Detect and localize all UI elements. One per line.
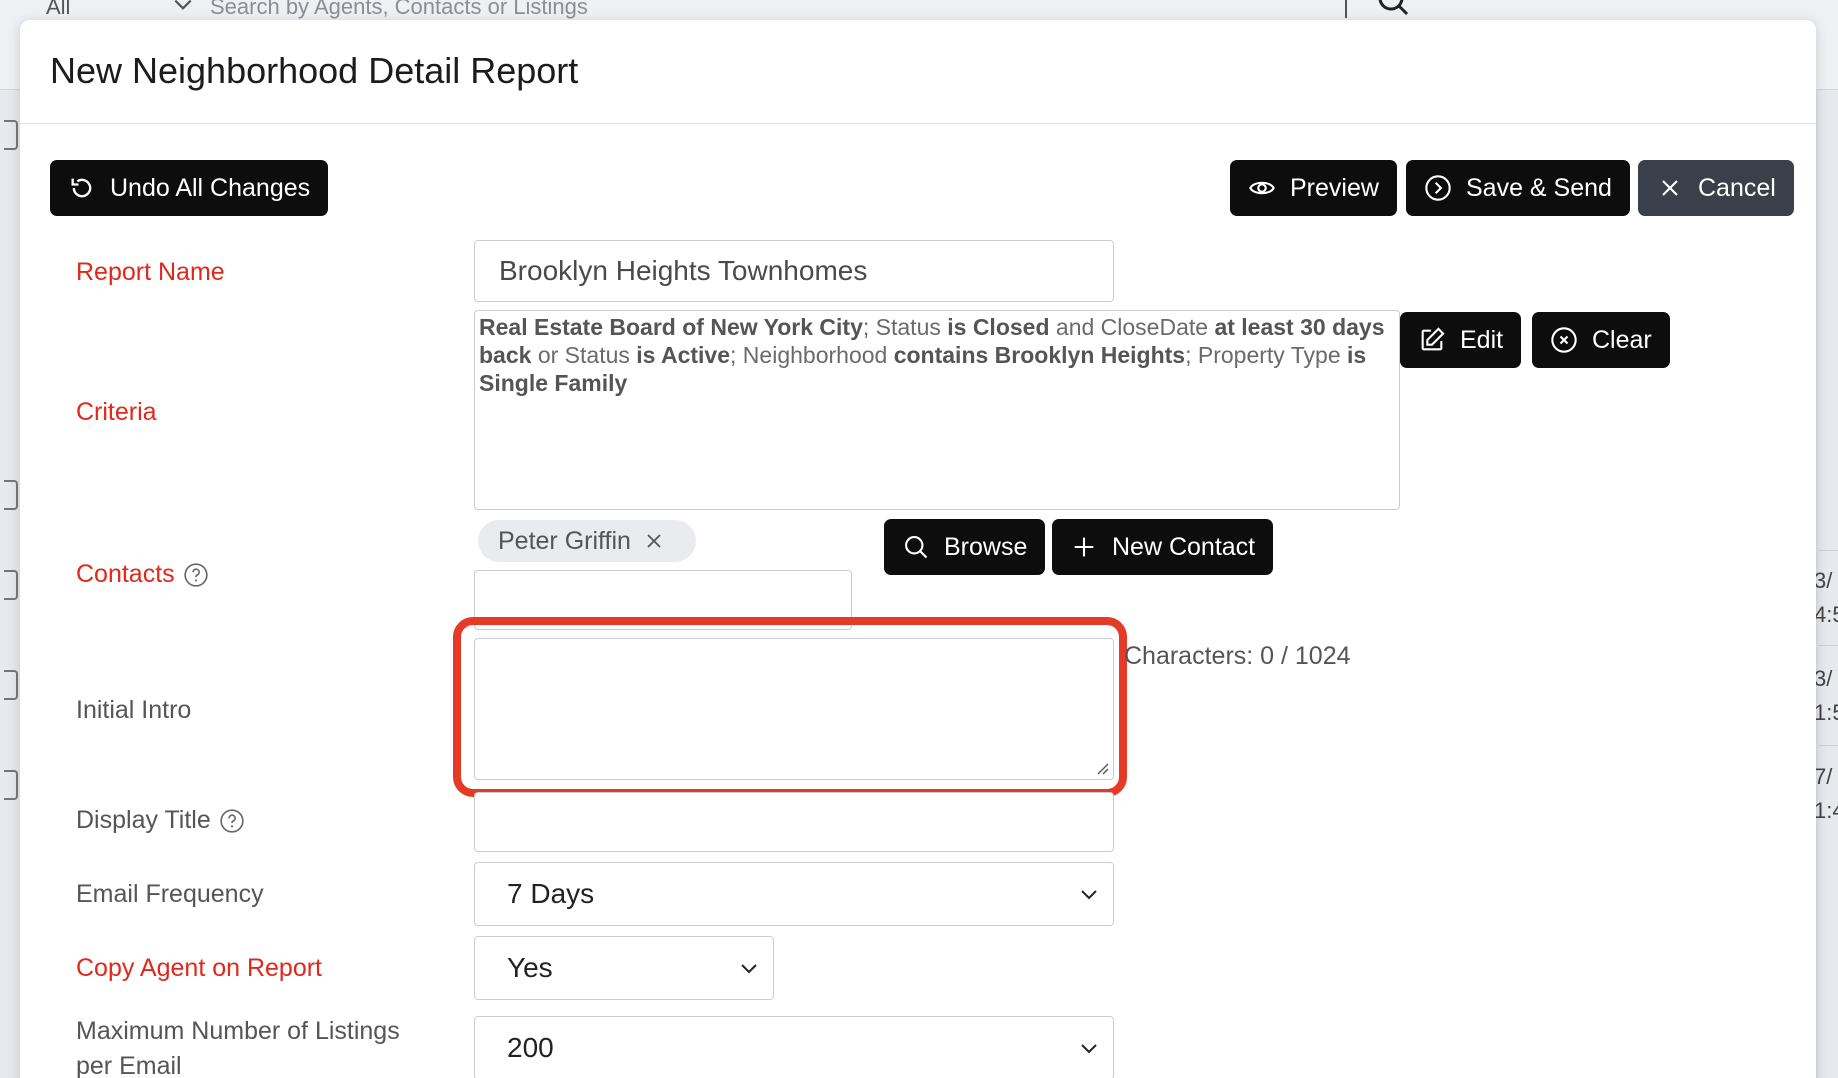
max-listings-label: Maximum Number of Listings per Email xyxy=(76,1014,400,1078)
criteria-segment: ; Status xyxy=(862,314,948,340)
display-title-input[interactable] xyxy=(474,792,1114,852)
background-checkbox xyxy=(4,770,18,800)
copy-agent-label: Copy Agent on Report xyxy=(76,954,322,982)
criteria-segment: ; Property Type xyxy=(1185,342,1348,368)
arrow-circle-right-icon xyxy=(1425,175,1451,201)
edit-criteria-button[interactable]: Edit xyxy=(1400,312,1522,368)
criteria-segment: and CloseDate xyxy=(1049,314,1215,340)
max-listings-label-line2: per Email xyxy=(76,1052,182,1078)
search-icon xyxy=(905,536,928,559)
background-row-divider xyxy=(1818,550,1838,551)
search-divider xyxy=(1345,0,1347,18)
background-sidebar-icon xyxy=(4,120,18,150)
criteria-label: Criteria xyxy=(76,398,157,426)
max-listings-select[interactable]: 200 xyxy=(474,1016,1114,1078)
cancel-button[interactable]: Cancel xyxy=(1638,160,1794,216)
max-listings-value: 200 xyxy=(507,1032,554,1063)
criteria-summary: Real Estate Board of New York City; Stat… xyxy=(474,310,1400,510)
background-cell-text: 4:5 xyxy=(1814,602,1838,627)
chevron-down-icon xyxy=(1081,890,1097,900)
browse-label: Browse xyxy=(944,532,1028,561)
help-icon[interactable] xyxy=(183,562,209,588)
search-icon[interactable] xyxy=(1375,0,1411,20)
contacts-search-input[interactable] xyxy=(474,570,852,630)
contacts-label-text: Contacts xyxy=(76,560,175,588)
contact-chip: Peter Griffin xyxy=(478,520,696,562)
cancel-label: Cancel xyxy=(1698,173,1776,202)
save-send-button[interactable]: Save & Send xyxy=(1406,160,1630,216)
display-title-label: Display Title xyxy=(76,806,245,835)
search-scope-select[interactable]: All xyxy=(46,0,70,20)
criteria-segment: ; Neighborhood xyxy=(730,342,894,368)
display-title-label-text: Display Title xyxy=(76,806,211,834)
criteria-segment: contains Brooklyn Heights xyxy=(893,342,1186,368)
new-contact-label: New Contact xyxy=(1112,532,1256,561)
chevron-down-icon[interactable] xyxy=(172,0,194,16)
copy-agent-select[interactable]: Yes xyxy=(474,936,774,1000)
chevron-down-icon xyxy=(1081,1044,1097,1054)
criteria-segment: is Closed xyxy=(947,314,1050,340)
report-name-input[interactable]: Brooklyn Heights Townhomes xyxy=(474,240,1114,302)
preview-label: Preview xyxy=(1290,173,1379,202)
plus-icon xyxy=(1074,537,1094,557)
modal-header: New Neighborhood Detail Report xyxy=(20,20,1816,124)
new-contact-button[interactable]: New Contact xyxy=(1052,519,1274,575)
save-send-label: Save & Send xyxy=(1466,173,1612,202)
clear-criteria-button[interactable]: Clear xyxy=(1532,312,1670,368)
copy-agent-value: Yes xyxy=(507,952,553,983)
close-icon xyxy=(1662,180,1678,196)
background-row-divider xyxy=(1818,745,1838,746)
background-cell-text: 3/ xyxy=(1814,568,1833,593)
initial-intro-label: Initial Intro xyxy=(76,696,192,724)
email-frequency-label: Email Frequency xyxy=(76,880,264,908)
edit-icon xyxy=(1421,327,1445,351)
undo-all-changes-button[interactable]: Undo All Changes xyxy=(50,160,329,216)
intro-character-count: Characters: 0 / 1024 xyxy=(1124,642,1351,670)
undo-label: Undo All Changes xyxy=(110,173,311,202)
eye-icon xyxy=(1249,181,1275,195)
background-cell-text: 1:5 xyxy=(1814,700,1838,725)
background-checkbox xyxy=(4,570,18,600)
background-row-divider xyxy=(1818,645,1838,646)
background-cell-text: 7/ xyxy=(1814,764,1833,789)
edit-label: Edit xyxy=(1460,325,1504,354)
clear-circle-icon xyxy=(1551,327,1577,353)
email-frequency-value: 7 Days xyxy=(507,878,595,909)
undo-icon xyxy=(71,178,92,198)
email-frequency-select[interactable]: 7 Days xyxy=(474,862,1114,926)
preview-button[interactable]: Preview xyxy=(1230,160,1397,216)
background-cell-text: 3/ xyxy=(1814,666,1833,691)
criteria-segment: is Active xyxy=(636,342,731,368)
initial-intro-textarea[interactable] xyxy=(474,638,1114,780)
modal-title: New Neighborhood Detail Report xyxy=(50,50,579,91)
chevron-down-icon xyxy=(741,964,757,974)
background-checkbox xyxy=(4,480,18,510)
help-icon[interactable] xyxy=(219,808,245,834)
background-checkbox xyxy=(4,670,18,700)
background-left-panel xyxy=(0,90,20,1078)
browse-contacts-button[interactable]: Browse xyxy=(884,519,1046,575)
contact-chip-label: Peter Griffin xyxy=(498,526,631,555)
global-search-input[interactable]: Search by Agents, Contacts or Listings xyxy=(210,0,588,20)
max-listings-label-line1: Maximum Number of Listings xyxy=(76,1017,400,1045)
remove-contact-icon[interactable] xyxy=(645,532,663,550)
report-name-label: Report Name xyxy=(76,258,225,286)
background-cell-text: 1:4 xyxy=(1814,798,1838,823)
criteria-segment: Real Estate Board of New York City xyxy=(479,314,863,340)
clear-label: Clear xyxy=(1592,325,1652,354)
resize-handle-icon[interactable] xyxy=(1095,761,1109,775)
criteria-segment: or Status xyxy=(531,342,637,368)
contacts-label: Contacts xyxy=(76,560,209,589)
